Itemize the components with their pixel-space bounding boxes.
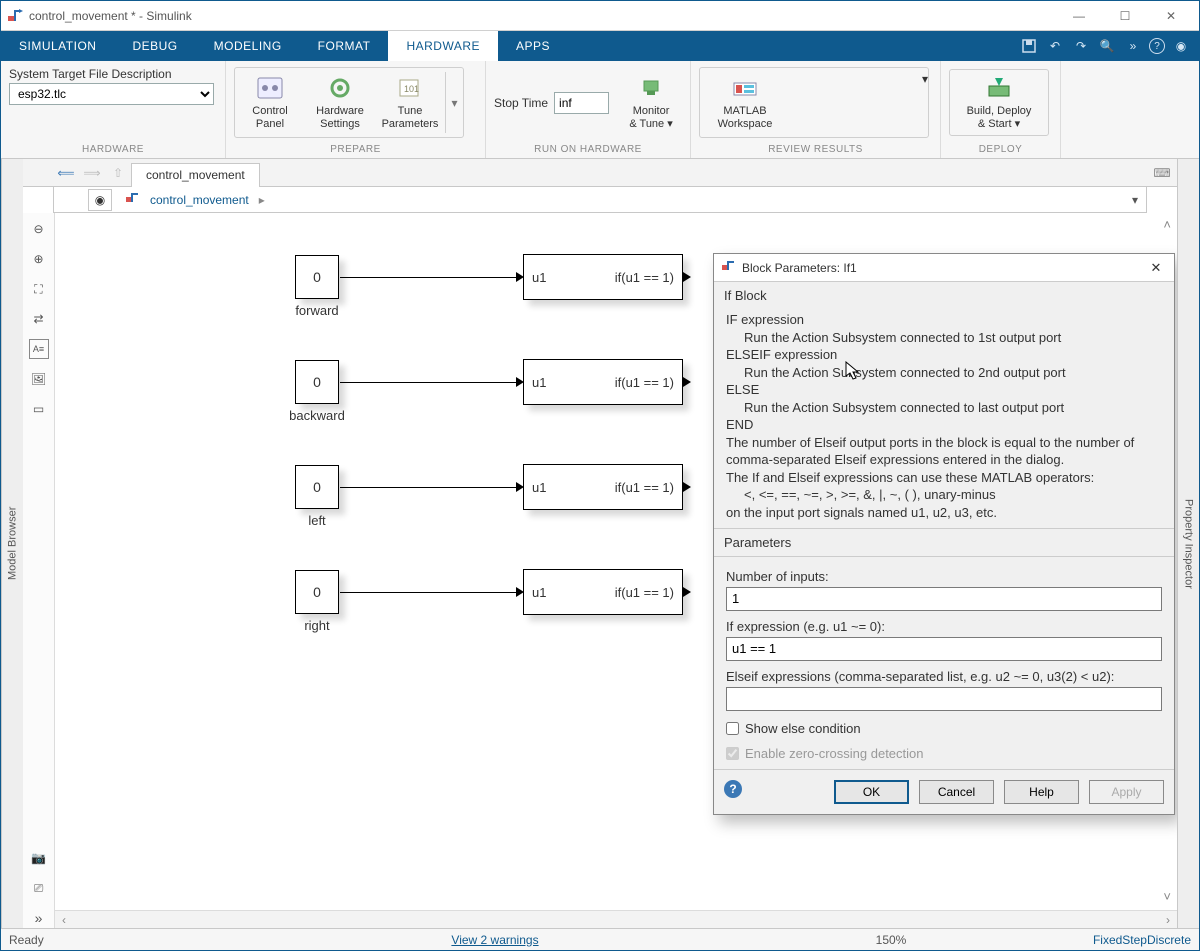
constant-block-right[interactable]: 0 [295,570,339,614]
window-title: control_movement * - Simulink [29,9,1057,23]
tab-apps[interactable]: APPS [498,31,568,61]
tab-hardware[interactable]: HARDWARE [388,31,498,61]
tab-simulation[interactable]: SIMULATION [1,31,114,61]
dialog-title: Block Parameters: If1 [742,261,1146,275]
record-icon[interactable]: ⎚ [29,878,49,898]
redo-icon[interactable]: ↷ [1071,36,1091,56]
zero-crossing-checkbox [726,747,739,760]
annotation-icon[interactable]: A≡ [29,339,49,359]
keyboard-icon[interactable]: ⌨ [1147,159,1177,186]
minimize-button[interactable]: — [1057,2,1101,30]
warnings-link[interactable]: View 2 warnings [451,933,538,947]
info-icon[interactable]: ? [724,780,742,798]
if-block-backward[interactable]: u1if(u1 == 1) [523,359,683,405]
build-deploy-start-button[interactable]: Build, Deploy& Start ▾ [949,69,1049,136]
if-block-right[interactable]: u1if(u1 == 1) [523,569,683,615]
help-button[interactable]: Help [1004,780,1079,804]
scroll-left-icon[interactable]: ‹ [55,913,73,927]
scroll-down-icon[interactable]: ˅ [1163,889,1171,904]
num-inputs-input[interactable] [726,587,1162,611]
elseif-expression-label: Elseif expressions (comma-separated list… [726,669,1162,684]
control-panel-button[interactable]: ControlPanel [235,72,305,133]
camera-icon[interactable]: 📷 [29,848,49,868]
close-button[interactable]: ✕ [1149,2,1193,30]
menubar: SIMULATION DEBUG MODELING FORMAT HARDWAR… [1,31,1199,61]
toggle-perspective-icon[interactable]: ⇄ [29,309,49,329]
simulink-logo-icon [722,260,736,275]
ok-button[interactable]: OK [834,780,909,804]
show-else-checkbox[interactable] [726,722,739,735]
block-label: right [277,618,357,633]
if-block-left[interactable]: u1if(u1 == 1) [523,464,683,510]
prepare-dropdown[interactable]: ▾ [445,72,463,133]
scroll-up-icon[interactable]: ˄ [1163,217,1171,232]
block-icon[interactable]: ▭ [29,399,49,419]
constant-block-left[interactable]: 0 [295,465,339,509]
nav-up-button[interactable]: ⇧ [105,159,131,186]
monitor-tune-button[interactable]: Monitor& Tune ▾ [623,72,679,133]
property-inspector-panel[interactable]: Property Inspector [1177,159,1199,928]
help-icon[interactable]: ? [1149,38,1165,54]
scroll-right-icon[interactable]: › [1159,913,1177,927]
breadcrumb-path[interactable]: control_movement [144,193,255,207]
model-icon [126,192,140,207]
stop-time-label: Stop Time [494,96,548,110]
target-icon[interactable]: ◉ [1171,36,1191,56]
overflow-icon[interactable]: » [1123,36,1143,56]
hardware-settings-button[interactable]: HardwareSettings [305,72,375,133]
breadcrumb-toggle-icon[interactable]: ◉ [88,189,112,211]
hide-toolbar-icon[interactable]: ⊖ [29,219,49,239]
save-icon[interactable] [1019,36,1039,56]
if-expression-input[interactable] [726,637,1162,661]
breadcrumb-dropdown[interactable]: ▾ [1124,193,1146,207]
stop-time-input[interactable] [554,92,609,114]
image-icon[interactable]: 🖼 [29,369,49,389]
zoom-fit-icon[interactable]: ⊕ [29,249,49,269]
search-icon[interactable]: 🔍 [1097,36,1117,56]
elseif-expression-input[interactable] [726,687,1162,711]
svg-text:101: 101 [404,84,419,94]
num-inputs-label: Number of inputs: [726,569,1162,584]
model-browser-panel[interactable]: Model Browser [1,159,23,928]
status-bar: Ready View 2 warnings 150% FixedStepDisc… [1,928,1199,950]
zoom-level[interactable]: 150% [781,933,1001,947]
tune-parameters-button[interactable]: 101TuneParameters [375,72,445,133]
dialog-description: IF expression Run the Action Subsystem c… [714,309,1174,529]
status-ready: Ready [9,933,209,947]
document-tab[interactable]: control_movement [131,163,260,187]
block-label: backward [277,408,357,423]
block-label: left [277,513,357,528]
titlebar: control_movement * - Simulink — ☐ ✕ [1,1,1199,31]
constant-block-forward[interactable]: 0 [295,255,339,299]
tab-format[interactable]: FORMAT [300,31,389,61]
tab-modeling[interactable]: MODELING [196,31,300,61]
dialog-close-button[interactable]: ✕ [1146,258,1166,278]
undo-icon[interactable]: ↶ [1045,36,1065,56]
cancel-button[interactable]: Cancel [919,780,994,804]
ribbon: System Target File Description esp32.tlc… [1,61,1199,159]
apply-button[interactable]: Apply [1089,780,1164,804]
block-label: forward [277,303,357,318]
system-target-label: System Target File Description [9,67,217,81]
solver-info[interactable]: FixedStepDiscrete [1031,933,1191,947]
canvas-toolbar: ⊖ ⊕ ⛶ ⇄ A≡ 🖼 ▭ 📷 ⎚ » [23,213,55,928]
expand-icon[interactable]: » [29,908,49,928]
model-canvas[interactable]: ˄ ˅ 0 forward u1if(u1 == 1) 0 backward u… [55,213,1177,928]
simulink-logo-icon [7,8,23,24]
if-expression-label: If expression (e.g. u1 ~= 0): [726,619,1162,634]
chevron-right-icon[interactable]: ▸ [259,193,265,207]
if-block-forward[interactable]: u1if(u1 == 1) [523,254,683,300]
system-target-select[interactable]: esp32.tlc [9,83,214,105]
nav-forward-button[interactable]: ⟹ [79,159,105,186]
block-parameters-dialog: Block Parameters: If1 ✕ If Block IF expr… [713,253,1175,815]
fit-view-icon[interactable]: ⛶ [29,279,49,299]
maximize-button[interactable]: ☐ [1103,2,1147,30]
nav-back-button[interactable]: ⟸ [53,159,79,186]
constant-block-backward[interactable]: 0 [295,360,339,404]
tab-debug[interactable]: DEBUG [114,31,195,61]
matlab-workspace-button[interactable]: MATLABWorkspace [700,72,790,133]
review-dropdown[interactable]: ▾ [922,72,928,133]
